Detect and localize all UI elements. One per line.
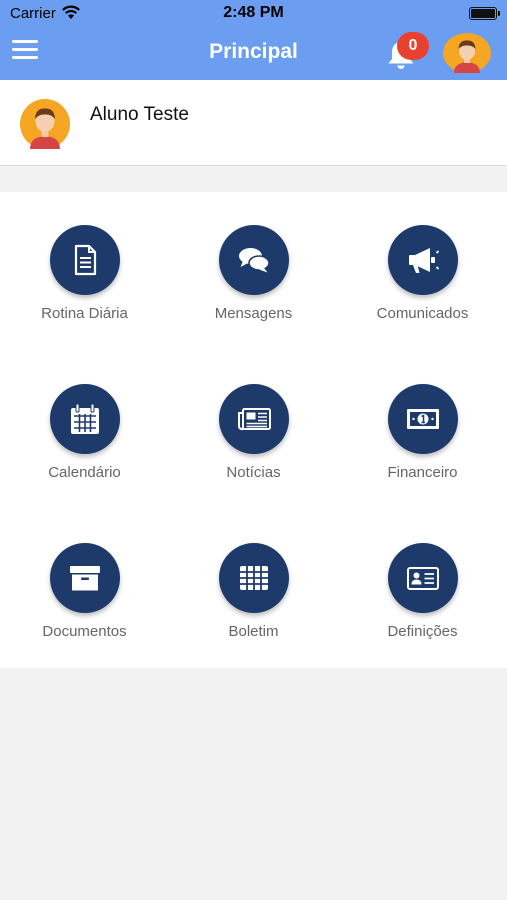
page-title: Principal — [209, 40, 298, 63]
notification-badge: 0 — [397, 32, 429, 60]
newspaper-icon — [237, 408, 271, 431]
menu-item-circle — [218, 225, 289, 295]
id-card-icon — [406, 567, 439, 590]
menu-item-financeiro[interactable]: Financeiro — [338, 351, 507, 481]
menu-item-label: Comunicados — [376, 305, 469, 322]
menu-item-label: Financeiro — [387, 464, 458, 481]
menu-item-circle — [218, 384, 289, 454]
profile-card: Aluno Teste — [0, 80, 507, 166]
menu-item-comunicados[interactable]: Comunicados — [338, 192, 507, 322]
menu-item-circle — [387, 225, 458, 295]
menu-item-circle — [49, 543, 120, 613]
status-bar: Carrier 2:48 PM — [0, 0, 507, 28]
app-header: Carrier 2:48 PM Principal 0 — [0, 0, 507, 80]
document-icon — [74, 244, 96, 276]
status-time: 2:48 PM — [223, 4, 284, 21]
menu-item-definicoes[interactable]: Definições — [338, 510, 507, 640]
megaphone-icon — [408, 248, 439, 273]
archive-box-icon — [69, 566, 100, 591]
menu-item-mensagens[interactable]: Mensagens — [169, 192, 338, 322]
menu-item-boletim[interactable]: Boletim — [169, 510, 338, 640]
menu-item-label: Documentos — [42, 623, 127, 640]
user-avatar-icon[interactable] — [443, 33, 491, 73]
student-avatar-icon — [20, 99, 70, 149]
menu-item-label: Mensagens — [214, 305, 293, 322]
menu-item-label: Calendário — [48, 464, 121, 481]
menu-grid: Rotina Diária Mensagens Comunicados Cale… — [0, 192, 507, 668]
menu-item-label: Notícias — [226, 464, 281, 481]
menu-item-circle — [49, 225, 120, 295]
calendar-icon — [70, 403, 99, 434]
menu-item-circle — [387, 384, 458, 454]
menu-item-documentos[interactable]: Documentos — [0, 510, 169, 640]
battery-icon — [469, 7, 500, 20]
table-icon — [239, 566, 268, 590]
chat-icon — [238, 248, 270, 273]
menu-item-circle — [387, 543, 458, 613]
menu-item-label: Boletim — [228, 623, 279, 640]
student-name: Aluno Teste — [90, 104, 189, 125]
menu-item-rotina-diaria[interactable]: Rotina Diária — [0, 192, 169, 322]
menu-item-label: Definições — [387, 623, 458, 640]
menu-item-circle — [49, 384, 120, 454]
money-icon — [406, 409, 439, 429]
menu-item-noticias[interactable]: Notícias — [169, 351, 338, 481]
menu-item-calendario[interactable]: Calendário — [0, 351, 169, 481]
menu-item-circle — [218, 543, 289, 613]
menu-item-label: Rotina Diária — [41, 305, 128, 322]
